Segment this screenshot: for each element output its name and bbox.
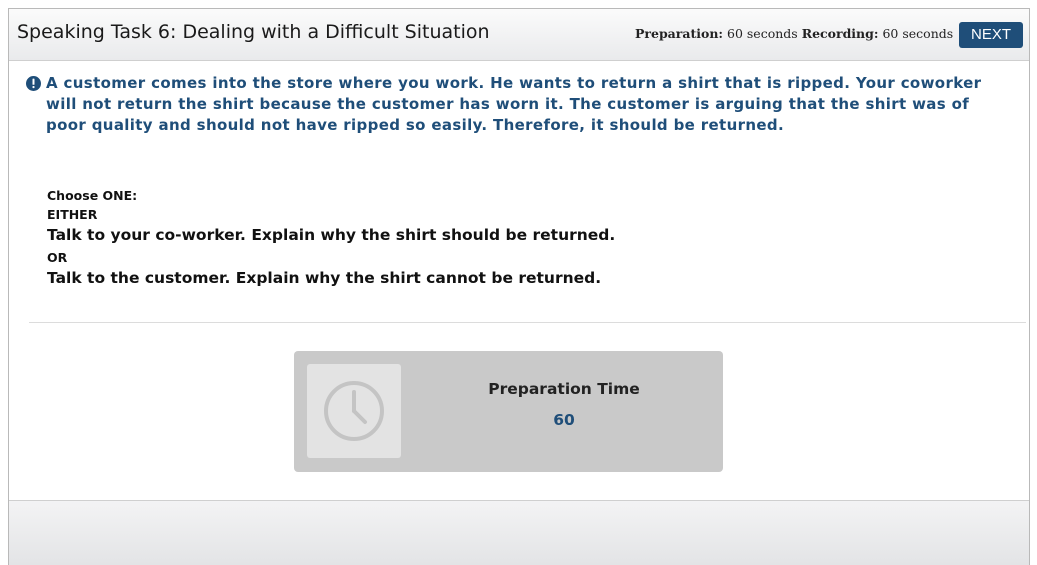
footer-bar xyxy=(9,500,1029,565)
task-window: Speaking Task 6: Dealing with a Difficul… xyxy=(8,8,1030,565)
option-coworker: Talk to your co-worker. Explain why the … xyxy=(47,226,616,244)
clock-icon xyxy=(324,381,384,441)
or-label: OR xyxy=(47,250,68,265)
next-button[interactable]: NEXT xyxy=(959,22,1023,48)
section-divider xyxy=(29,322,1026,323)
scenario-text: A customer comes into the store where yo… xyxy=(46,74,982,134)
timer-value: 60 xyxy=(553,411,575,429)
response-options: Choose ONE: EITHER Talk to your co-worke… xyxy=(47,187,615,292)
preparation-value: 60 seconds xyxy=(727,26,798,41)
clock-tile xyxy=(307,364,401,458)
recording-value: 60 seconds xyxy=(882,26,954,41)
option-customer: Talk to the customer. Explain why the sh… xyxy=(47,269,602,287)
task-title: Speaking Task 6: Dealing with a Difficul… xyxy=(17,21,490,43)
timer-label: Preparation Time xyxy=(488,380,640,398)
timing-info: Preparation: 60 seconds Recording: 60 se… xyxy=(635,26,953,41)
preparation-timer: Preparation Time 60 xyxy=(294,351,723,472)
task-prompt: A customer comes into the store where yo… xyxy=(26,73,1026,136)
info-icon xyxy=(26,76,41,91)
either-label: EITHER xyxy=(47,207,98,222)
preparation-label: Preparation: xyxy=(635,26,724,41)
task-header: Speaking Task 6: Dealing with a Difficul… xyxy=(9,9,1029,61)
recording-label: Recording: xyxy=(801,26,879,41)
choose-one-label: Choose ONE: xyxy=(47,188,138,203)
